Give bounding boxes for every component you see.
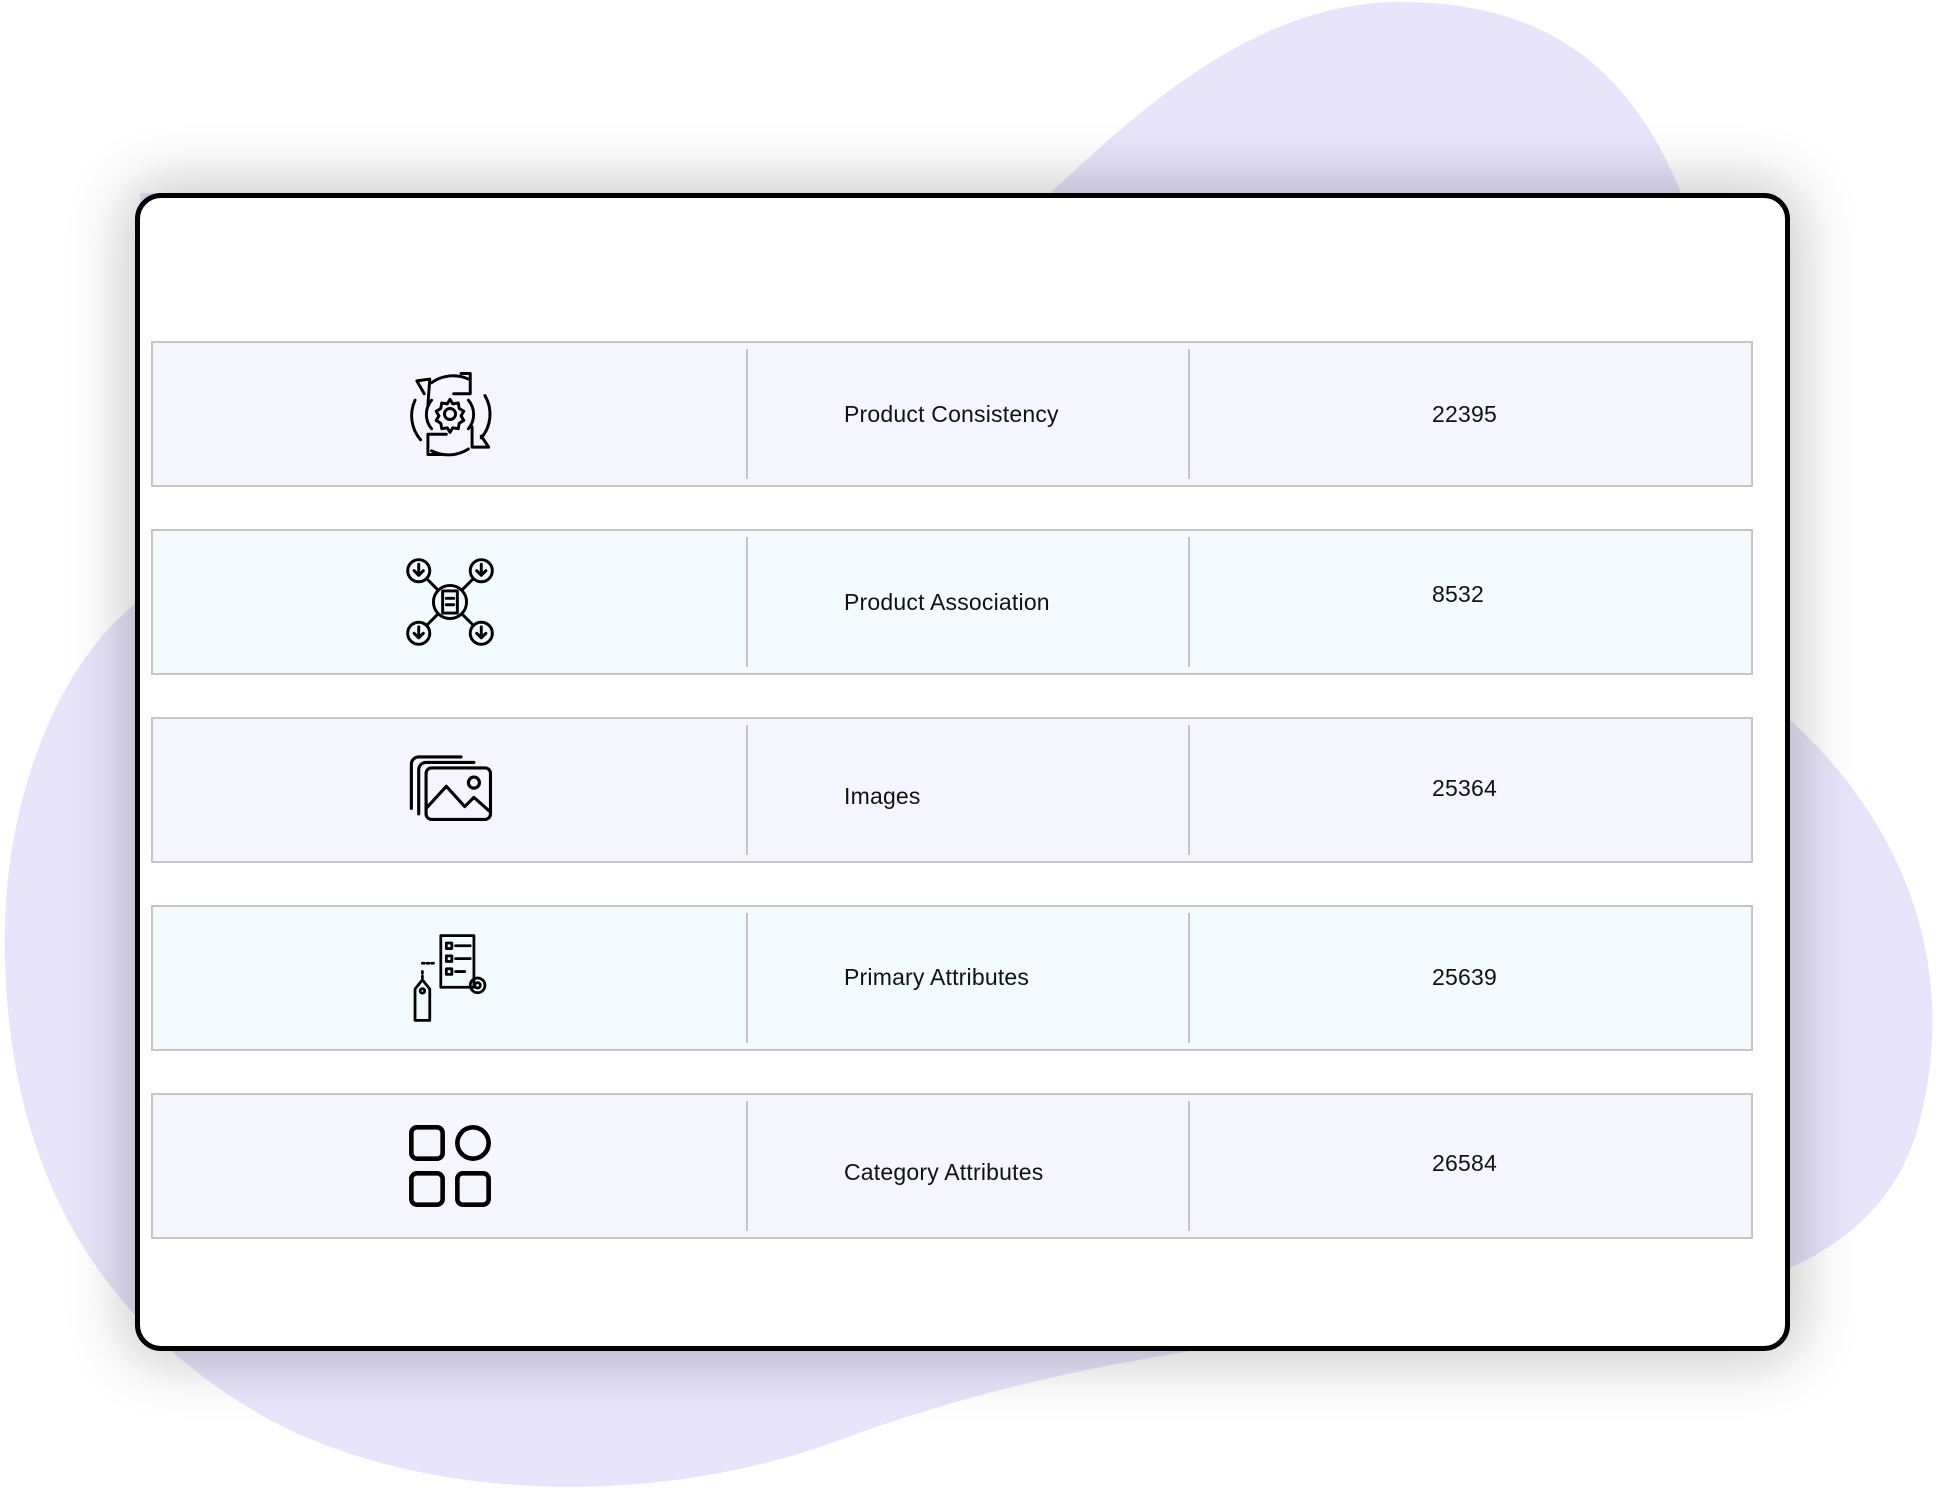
image-stack-icon — [404, 744, 496, 836]
icon-cell — [153, 531, 746, 673]
metrics-table: Product Consistency 22395 Product Associ… — [151, 341, 1753, 1281]
label-cell: Product Consistency — [746, 343, 1188, 485]
table-row: Images 25364 — [151, 717, 1753, 863]
row-label: Product Consistency — [844, 401, 1059, 427]
value-cell: 26584 — [1188, 1095, 1751, 1237]
table-row: Category Attributes 26584 — [151, 1093, 1753, 1239]
product-network-icon — [404, 556, 496, 648]
data-card: Product Consistency 22395 Product Associ… — [135, 193, 1790, 1351]
value-cell: 25639 — [1188, 907, 1751, 1049]
value-cell: 25364 — [1188, 719, 1751, 861]
table-row: Product Consistency 22395 — [151, 341, 1753, 487]
column-divider — [1188, 537, 1190, 667]
column-divider — [746, 537, 748, 667]
label-cell: Category Attributes — [746, 1095, 1188, 1237]
value-cell: 22395 — [1188, 343, 1751, 485]
icon-cell — [153, 343, 746, 485]
value-cell: 8532 — [1188, 531, 1751, 673]
column-divider — [746, 725, 748, 855]
icon-cell — [153, 1095, 746, 1237]
category-grid-icon — [404, 1120, 496, 1212]
label-cell: Primary Attributes — [746, 907, 1188, 1049]
row-value: 22395 — [1432, 401, 1497, 427]
label-cell: Images — [746, 719, 1188, 861]
row-value: 8532 — [1432, 581, 1484, 607]
row-label: Category Attributes — [844, 1159, 1044, 1185]
column-divider — [1188, 1101, 1190, 1231]
row-value: 25639 — [1432, 964, 1497, 990]
column-divider — [746, 349, 748, 479]
row-label: Primary Attributes — [844, 964, 1030, 990]
column-divider — [1188, 913, 1190, 1043]
icon-cell — [153, 907, 746, 1049]
column-divider — [1188, 349, 1190, 479]
icon-cell — [153, 719, 746, 861]
label-cell: Product Association — [746, 531, 1188, 673]
table-row: Primary Attributes 25639 — [151, 905, 1753, 1051]
row-value: 25364 — [1432, 775, 1497, 801]
tag-checklist-gear-icon — [404, 932, 496, 1024]
row-value: 26584 — [1432, 1150, 1497, 1176]
table-row: Product Association 8532 — [151, 529, 1753, 675]
row-label: Images — [844, 783, 921, 809]
gear-cycle-icon — [404, 368, 496, 460]
column-divider — [746, 1101, 748, 1231]
column-divider — [746, 913, 748, 1043]
column-divider — [1188, 725, 1190, 855]
row-label: Product Association — [844, 589, 1050, 615]
